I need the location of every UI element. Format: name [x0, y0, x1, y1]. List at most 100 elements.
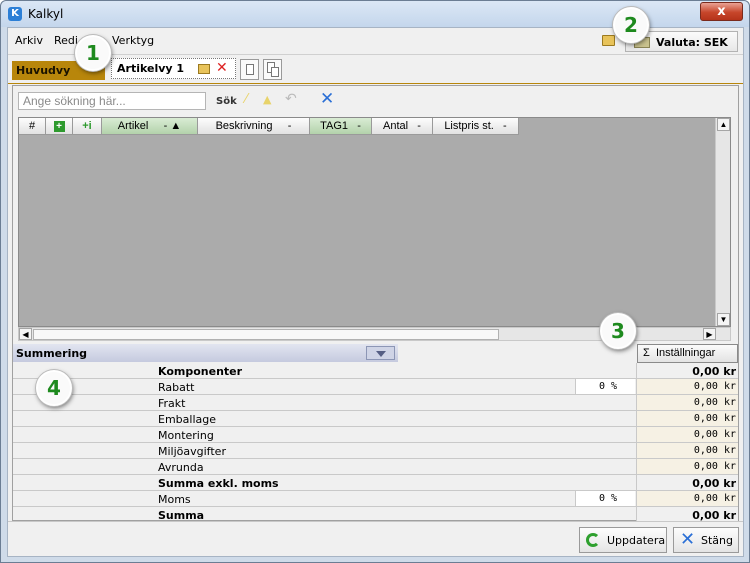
summary-row-amount: 0,00 kr — [636, 507, 738, 522]
bottom-bar: Uppdatera ✕ Stäng — [8, 521, 743, 556]
col-antal-label: Antal — [383, 120, 409, 132]
summary-row: Komponenter 0,00 kr — [13, 363, 738, 379]
summary-row: Moms 0 % 0,00 kr — [13, 491, 738, 507]
scroll-thumb[interactable] — [33, 329, 499, 340]
add-info-icon: +i — [82, 120, 92, 132]
summary-row-label: Rabatt — [158, 381, 195, 394]
window: K Kalkyl x Arkiv Redi Verktyg Valuta: SE… — [0, 0, 750, 563]
summary-row-label: Summa exkl. moms — [158, 477, 279, 490]
menu-redigera[interactable]: Redi — [54, 34, 78, 47]
article-grid[interactable]: # + +i Artikel - ▲ Beskrivning - TAG1 - … — [18, 117, 731, 327]
col-number-label: # — [28, 120, 36, 132]
clear-search-icon[interactable]: ✕ — [320, 89, 334, 109]
folder-icon[interactable] — [198, 64, 210, 74]
summary-row-amount[interactable]: 0,00 kr — [636, 411, 738, 426]
summary-header: Summering Σ Inställningar — [13, 344, 738, 363]
summary-row: Summa exkl. moms 0,00 kr — [13, 475, 738, 491]
new-view-button[interactable] — [240, 59, 259, 80]
tab-artikelvy[interactable]: Artikelvy 1 ✕ — [111, 58, 236, 79]
summary-row-label: Avrunda — [158, 461, 204, 474]
close-tab-icon[interactable]: ✕ — [216, 60, 228, 76]
col-beskrivning-label: Beskrivning — [215, 120, 273, 132]
summary-row: Rabatt 0 % 0,00 kr — [13, 379, 738, 395]
grid-vertical-scrollbar[interactable]: ▲ ▼ — [715, 118, 730, 326]
summary-row-amount[interactable]: 0,00 kr — [636, 379, 738, 394]
summary-title-label: Summering — [16, 347, 88, 360]
summary-row-amount[interactable]: 0,00 kr — [636, 443, 738, 458]
summary-row-amount: 0,00 kr — [636, 475, 738, 490]
col-antal[interactable]: Antal - — [372, 118, 433, 135]
summary-row: Avrunda 0,00 kr — [13, 459, 738, 475]
scroll-right-arrow-icon[interactable]: ▶ — [703, 328, 716, 340]
summary-toggle-chevron-icon[interactable] — [366, 346, 395, 360]
summary-row-amount[interactable]: 0,00 kr — [636, 427, 738, 442]
callout-4: 4 — [36, 370, 72, 406]
summary-row: Frakt 0,00 kr — [13, 395, 738, 411]
scroll-left-arrow-icon[interactable]: ◀ — [19, 328, 32, 340]
summary-row-percent[interactable]: 0 % — [575, 379, 635, 394]
summary-row-amount: 0,00 kr — [636, 363, 738, 378]
col-artikel[interactable]: Artikel - ▲ — [102, 118, 198, 135]
summary-row: Emballage 0,00 kr — [13, 411, 738, 427]
summary-title: Summering — [13, 344, 398, 362]
summary-row-amount[interactable]: 0,00 kr — [636, 491, 738, 506]
menu-verktyg[interactable]: Verktyg — [112, 34, 154, 47]
view-tabs: Huvudvy Artikelvy 1 ✕ — [8, 56, 743, 84]
summary-row-label: Emballage — [158, 413, 216, 426]
summary-row-percent[interactable]: 0 % — [575, 491, 635, 506]
filter-icon[interactable]: ⁄ — [245, 92, 247, 107]
search-input[interactable] — [18, 92, 206, 110]
col-listpris[interactable]: Listpris st. - — [433, 118, 519, 135]
settings-label: Inställningar — [655, 347, 716, 359]
col-artikel-label: Artikel — [117, 120, 149, 132]
summary-row-amount[interactable]: 0,00 kr — [636, 395, 738, 410]
scroll-down-arrow-icon[interactable]: ▼ — [717, 313, 730, 326]
settings-button[interactable]: Σ Inställningar — [637, 344, 738, 363]
copy-icon-back — [271, 67, 279, 77]
close-button[interactable]: ✕ Stäng — [673, 527, 739, 553]
col-add-info[interactable]: +i — [73, 118, 102, 135]
summary-row-label: Miljöavgifter — [158, 445, 226, 458]
currency-label: Valuta: SEK — [656, 36, 728, 49]
update-button[interactable]: Uppdatera — [579, 527, 667, 553]
callout-2: 2 — [613, 7, 649, 43]
summary-row: Montering 0,00 kr — [13, 427, 738, 443]
col-tag1-label: TAG1 — [320, 120, 349, 132]
scroll-up-arrow-icon[interactable]: ▲ — [717, 118, 730, 131]
app-icon: K — [8, 7, 22, 21]
refresh-icon — [586, 533, 600, 547]
sort-indicator: - — [287, 120, 292, 132]
summary-row-amount[interactable]: 0,00 kr — [636, 459, 738, 474]
col-number[interactable]: # — [19, 118, 46, 135]
col-tag1[interactable]: TAG1 - — [310, 118, 372, 135]
summary-row-label: Montering — [158, 429, 214, 442]
copy-view-button[interactable] — [263, 59, 282, 80]
search-label[interactable]: Sök — [216, 96, 237, 107]
col-add[interactable]: + — [46, 118, 73, 135]
summary-row-label: Moms — [158, 493, 191, 506]
client-area: Arkiv Redi Verktyg Valuta: SEK Huvudvy A… — [7, 27, 744, 557]
sort-indicator: - — [357, 120, 361, 132]
sort-indicator: - — [417, 120, 421, 132]
undo-icon[interactable]: ↶ — [285, 91, 297, 107]
sigma-icon: Σ — [643, 347, 650, 359]
callout-3: 3 — [600, 313, 636, 349]
col-listpris-label: Listpris st. — [444, 120, 494, 132]
window-close-button[interactable]: x — [700, 2, 743, 21]
callout-1: 1 — [75, 35, 111, 71]
summary-row: Miljöavgifter 0,00 kr — [13, 443, 738, 459]
document-icon — [246, 64, 254, 75]
plus-icon: + — [53, 121, 65, 132]
menu-arkiv[interactable]: Arkiv — [15, 34, 43, 47]
article-panel: Sök ⁄ ▲ ↶ ✕ # + +i Artikel - ▲ Beskrivni… — [12, 85, 739, 523]
close-icon: ✕ — [680, 529, 696, 550]
window-title: Kalkyl — [28, 7, 64, 21]
update-label: Uppdatera — [607, 534, 666, 547]
sort-indicator: - ▲ — [163, 120, 182, 132]
menu-separator — [8, 54, 743, 55]
triangle-filter-icon[interactable]: ▲ — [263, 93, 271, 106]
col-beskrivning[interactable]: Beskrivning - — [198, 118, 310, 135]
tab-underline — [8, 83, 743, 84]
folder-icon[interactable] — [602, 35, 615, 46]
sort-indicator: - — [503, 120, 507, 132]
